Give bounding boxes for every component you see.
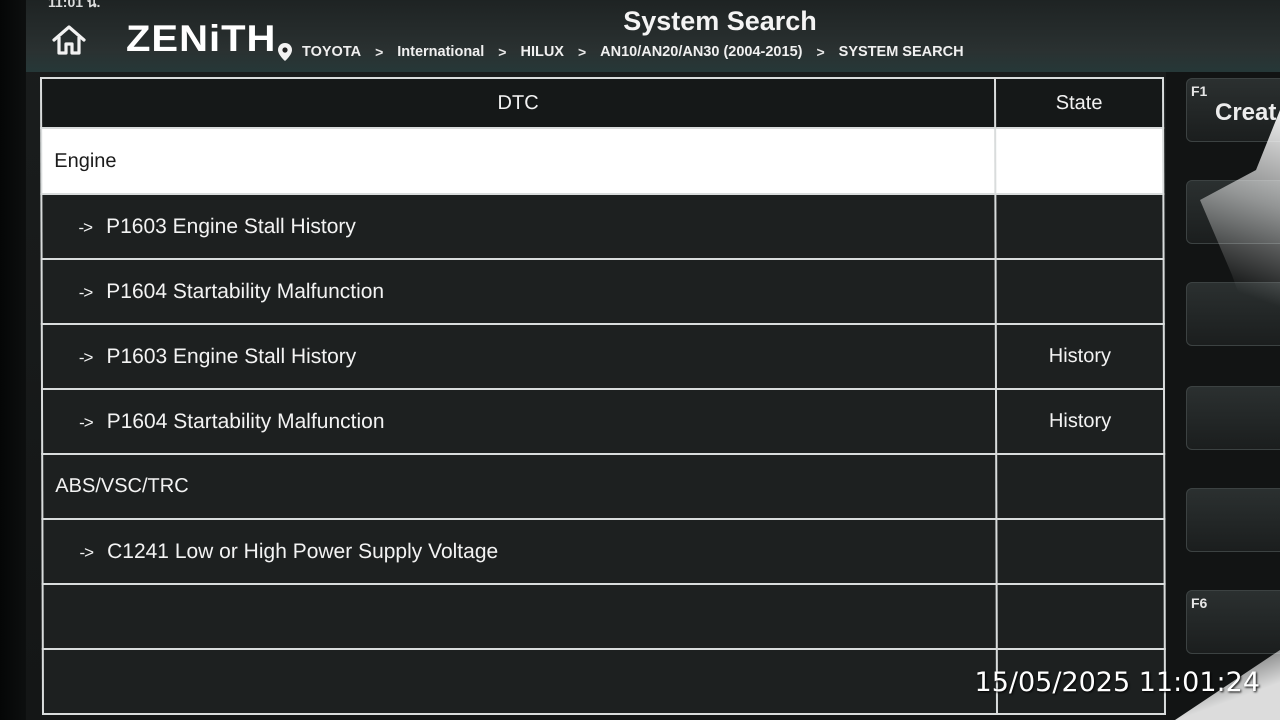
- dtc-text: P1603 Engine Stall History: [106, 214, 356, 238]
- breadcrumb-item-model[interactable]: HILUX: [520, 44, 564, 60]
- table-header-row: DTC State: [41, 78, 1164, 128]
- table-row[interactable]: -> P1603 Engine Stall History: [41, 194, 1164, 259]
- breadcrumb-item-region[interactable]: International: [397, 44, 484, 60]
- breadcrumb-item-make[interactable]: TOYOTA: [302, 44, 361, 60]
- brand-logo: ZENiTH: [126, 18, 277, 60]
- screen: 11:01 น. ZENiTH System Search TOYOTA > I…: [0, 0, 1280, 720]
- function-key-f5[interactable]: [1186, 488, 1280, 552]
- photo-timestamp: 15/05/2025 11:01:24: [974, 667, 1260, 698]
- function-key-f1[interactable]: F1 Creat: [1186, 78, 1280, 142]
- location-pin-icon: [278, 43, 292, 61]
- arrow-indicator: ->: [78, 282, 93, 302]
- dtc-text: P1604 Startability Malfunction: [106, 409, 385, 433]
- dtc-cell: -> P1604 Startability Malfunction: [41, 259, 996, 324]
- arrow-indicator: ->: [79, 542, 94, 562]
- dtc-cell: [42, 649, 998, 714]
- state-cell: History: [995, 389, 1165, 454]
- dtc-cell: -> P1604 Startability Malfunction: [41, 389, 997, 454]
- arrow-indicator: ->: [79, 412, 93, 432]
- function-key-text: Creat: [1215, 99, 1277, 126]
- function-key-f6[interactable]: F6: [1186, 590, 1280, 654]
- home-icon: [52, 25, 86, 55]
- table-row[interactable]: -> P1604 Startability Malfunction: [41, 259, 1164, 324]
- state-cell: [995, 128, 1164, 194]
- dtc-text: P1603 Engine Stall History: [106, 344, 357, 368]
- state-cell: [996, 584, 1165, 649]
- function-key-f4[interactable]: [1186, 386, 1280, 450]
- group-label: Engine: [41, 128, 996, 194]
- breadcrumb: TOYOTA > International > HILUX > AN10/AN…: [278, 41, 964, 63]
- dtc-table-container: DTC State Engine -> P1603 Engine Stall Hi…: [40, 77, 1166, 720]
- column-header-dtc: DTC: [41, 78, 996, 128]
- arrow-indicator: ->: [78, 217, 93, 237]
- state-cell: [996, 454, 1165, 519]
- dtc-cell: [42, 584, 997, 649]
- device-bezel: [0, 0, 26, 720]
- table-row[interactable]: -> C1241 Low or High Power Supply Voltage: [42, 519, 1165, 584]
- dtc-text: C1241 Low or High Power Supply Voltage: [107, 539, 499, 563]
- table-row-empty: [42, 584, 1165, 649]
- table-row-group[interactable]: ABS/VSC/TRC: [42, 454, 1165, 519]
- breadcrumb-separator: >: [375, 44, 384, 60]
- state-cell: [995, 259, 1164, 324]
- column-header-state: State: [995, 78, 1164, 128]
- dtc-table: DTC State Engine -> P1603 Engine Stall Hi…: [40, 77, 1166, 715]
- group-label: ABS/VSC/TRC: [42, 454, 997, 519]
- arrow-indicator: ->: [78, 347, 93, 367]
- status-bar-time: 11:01 น.: [48, 0, 101, 10]
- breadcrumb-item-generation[interactable]: AN10/AN20/AN30 (2004-2015): [600, 44, 802, 60]
- breadcrumb-item-current: SYSTEM SEARCH: [838, 44, 964, 60]
- state-cell: History: [995, 324, 1164, 389]
- dtc-cell: -> C1241 Low or High Power Supply Voltage: [42, 519, 997, 584]
- dtc-text: P1604 Startability Malfunction: [106, 279, 385, 303]
- function-key-label: F6: [1191, 595, 1208, 611]
- breadcrumb-separator: >: [498, 44, 507, 60]
- state-cell: [995, 194, 1164, 259]
- function-key-label: F1: [1191, 83, 1208, 99]
- breadcrumb-separator: >: [816, 44, 825, 60]
- table-row[interactable]: -> P1604 Startability Malfunction History: [41, 389, 1165, 454]
- home-button[interactable]: [48, 22, 90, 58]
- state-cell: [996, 519, 1165, 584]
- page-title: System Search: [623, 6, 817, 36]
- table-row[interactable]: -> P1603 Engine Stall History History: [41, 324, 1164, 389]
- dtc-cell: -> P1603 Engine Stall History: [41, 324, 996, 389]
- dtc-cell: -> P1603 Engine Stall History: [41, 194, 996, 259]
- table-row-group-selected[interactable]: Engine: [41, 128, 1164, 194]
- breadcrumb-separator: >: [577, 44, 587, 60]
